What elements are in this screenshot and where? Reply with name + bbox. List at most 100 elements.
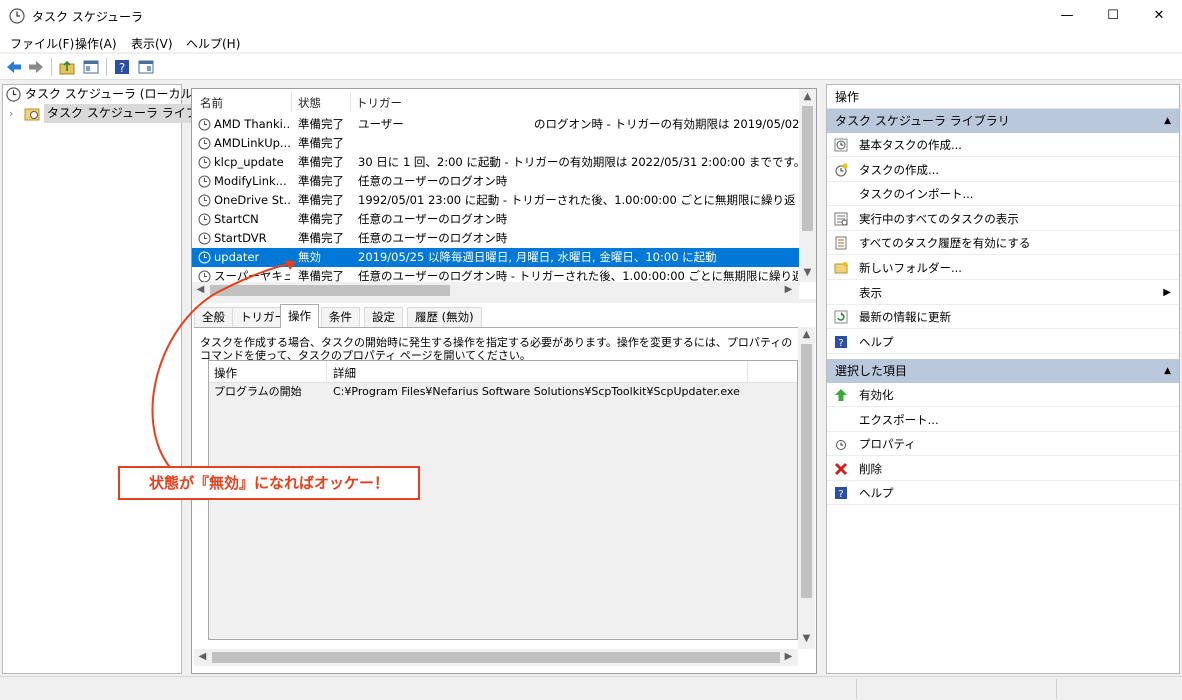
action-item[interactable]: エクスポート... — [827, 408, 1179, 432]
task-status: 準備完了 — [298, 117, 344, 131]
action-item[interactable]: 表示 ▶ — [827, 281, 1179, 305]
tree-item-library[interactable]: › タスク スケジューラ ライブラリ — [3, 104, 225, 123]
tab-settings[interactable]: 設定 — [364, 307, 403, 327]
task-name: AMDLinkUp... — [214, 136, 290, 150]
task-name: ModifyLink... — [214, 174, 287, 188]
menu-view[interactable]: 表示(V) — [131, 35, 173, 52]
scroll-up-arrow[interactable]: ▲ — [798, 329, 815, 340]
table-row[interactable]: AMD Thanki... 準備完了 ユーザー のログオン時 - トリガーの有効期限は… — [192, 115, 800, 134]
table-row[interactable]: updater 無効 2019/05/25 以降毎週日曜日, 月曜日, 水曜日, 金… — [192, 248, 800, 267]
forward-arrow-icon[interactable] — [27, 58, 45, 76]
task-list-vscroll[interactable]: ▲ ▼ — [799, 89, 816, 282]
menu-file[interactable]: ファイル(F) — [10, 35, 74, 52]
task-clock-icon — [198, 232, 211, 245]
tab-actions[interactable]: 操作 — [280, 304, 319, 328]
action-item-label: すべてのタスク履歴を有効にする — [859, 236, 1031, 251]
maximize-button[interactable]: ☐ — [1090, 0, 1136, 31]
column-header-trigger[interactable]: トリガー — [356, 95, 402, 111]
column-header-detail[interactable]: 詳細 — [333, 365, 356, 381]
scroll-down-arrow[interactable]: ▼ — [798, 633, 815, 644]
column-header-name[interactable]: 名前 — [200, 95, 223, 111]
table-row[interactable]: ModifyLink... 準備完了 任意のユーザーのログオン時 — [192, 172, 800, 191]
tab-conditions[interactable]: 条件 — [321, 307, 360, 327]
task-status: 準備完了 — [298, 231, 344, 245]
task-status: 準備完了 — [298, 174, 344, 188]
scroll-left-arrow[interactable]: ◀ — [192, 284, 209, 295]
action-item-label: 表示 — [859, 285, 882, 300]
task-trigger: 任意のユーザーのログオン時 — [358, 231, 508, 245]
chevron-right-icon[interactable]: › — [9, 104, 13, 123]
task-clock-icon — [198, 118, 211, 131]
task-clock-icon — [198, 156, 211, 169]
window-title: タスク スケジューラ — [32, 10, 143, 24]
tab-general[interactable]: 全般 — [194, 307, 233, 327]
action-item[interactable]: ? ヘルプ — [827, 330, 1179, 354]
task-clock-icon — [198, 270, 211, 282]
tree-root-label: タスク スケジューラ (ローカル) — [25, 87, 198, 101]
task-list: 名前 状態 トリガー AMD Thanki... 準備完了 ユーザー のログオン時 -… — [192, 89, 800, 282]
task-list-hscroll[interactable]: ◀ ▶ — [192, 282, 799, 299]
detail-vscroll[interactable]: ▲ ▼ — [798, 327, 815, 649]
delete-x-icon — [834, 462, 848, 475]
action-item[interactable]: 有効化 — [827, 383, 1179, 407]
show-hide-action-pane-icon[interactable] — [137, 58, 155, 76]
collapse-up-icon[interactable]: ▲ — [1164, 359, 1171, 383]
action-item-label: タスクの作成... — [859, 162, 939, 177]
table-row[interactable]: StartCN 準備完了 任意のユーザーのログオン時 — [192, 210, 800, 229]
task-name: StartCN — [214, 212, 259, 226]
action-item-label: 実行中のすべてのタスクの表示 — [859, 211, 1019, 226]
table-row[interactable]: klcp_update 準備完了 30 日に 1 回、2:00 に起動 - トリガー… — [192, 153, 800, 172]
menu-help[interactable]: ヘルプ(H) — [186, 35, 240, 52]
task-trigger: 30 日に 1 回、2:00 に起動 - トリガーの有効期限は 2022/05/… — [358, 155, 798, 169]
task-clock-icon — [198, 194, 211, 207]
task-trigger: 1992/05/01 23:00 に起動 - トリガーされた後、1.00:00:… — [358, 193, 798, 207]
section-header-selected[interactable]: 選択した項目 ▲ — [827, 359, 1179, 383]
scroll-right-arrow[interactable]: ▶ — [780, 284, 797, 295]
console-tree: タスク スケジューラ (ローカル) › タスク スケジューラ ライブラリ — [2, 84, 225, 674]
help-icon[interactable]: ? — [113, 58, 131, 76]
action-item[interactable]: 削除 — [827, 457, 1179, 481]
scroll-right-arrow[interactable]: ▶ — [780, 651, 797, 662]
action-item[interactable]: すべてのタスク履歴を有効にする — [827, 231, 1179, 256]
action-item[interactable]: タスクのインポート... — [827, 182, 1179, 207]
folder-clock-icon — [24, 108, 40, 121]
minimize-button[interactable]: — — [1044, 0, 1090, 31]
menu-bar: ファイル(F) 操作(A) 表示(V) ヘルプ(H) — [0, 31, 1182, 52]
show-hide-console-tree-icon[interactable] — [82, 58, 100, 76]
annotation-callout: 状態が『無効』になればオッケー！ — [118, 466, 420, 500]
action-item[interactable]: プロパティ — [827, 432, 1179, 457]
task-name: AMD Thanki... — [214, 117, 290, 131]
action-item[interactable]: 新しいフォルダー... — [827, 256, 1179, 280]
action-item-label: 削除 — [859, 461, 882, 476]
scroll-left-arrow[interactable]: ◀ — [194, 651, 211, 662]
enable-arrow-up-icon — [835, 389, 847, 401]
scroll-up-arrow[interactable]: ▲ — [799, 91, 816, 102]
table-row[interactable]: OneDrive St... 準備完了 1992/05/01 23:00 に起動 -… — [192, 191, 800, 210]
task-trigger: 任意のユーザーのログオン時 - トリガーされた後、1.00:00:00 ごとに無… — [358, 269, 798, 282]
collapse-up-icon[interactable]: ▲ — [1164, 109, 1171, 133]
task-status: 準備完了 — [298, 136, 344, 150]
action-item[interactable]: 最新の情報に更新 — [827, 305, 1179, 330]
history-icon — [835, 236, 847, 250]
detail-hscroll[interactable]: ◀ ▶ — [194, 649, 798, 666]
column-header-action[interactable]: 操作 — [214, 365, 237, 381]
menu-action[interactable]: 操作(A) — [75, 35, 117, 52]
tree-item-root[interactable]: タスク スケジューラ (ローカル) — [3, 85, 197, 104]
section-header-library[interactable]: タスク スケジューラ ライブラリ ▲ — [827, 109, 1179, 133]
task-name: updater — [214, 250, 260, 264]
up-folder-icon[interactable] — [58, 58, 76, 76]
action-item[interactable]: 実行中のすべてのタスクの表示 — [827, 207, 1179, 231]
action-item[interactable]: タスクの作成... — [827, 158, 1179, 182]
action-item-label: 新しいフォルダー... — [859, 261, 962, 275]
action-item[interactable]: ? ヘルプ — [827, 481, 1179, 506]
table-row[interactable]: StartDVR 準備完了 任意のユーザーのログオン時 — [192, 229, 800, 248]
table-row[interactable]: スーパーヤキュ... 準備完了 任意のユーザーのログオン時 - トリガーされた後、1… — [192, 267, 800, 282]
table-row[interactable]: AMDLinkUp... 準備完了 — [192, 134, 800, 153]
close-button[interactable]: ✕ — [1136, 0, 1182, 31]
scroll-down-arrow[interactable]: ▼ — [799, 267, 816, 278]
table-row[interactable]: プログラムの開始 C:¥Program Files¥Nefarius Softw… — [209, 383, 797, 401]
back-arrow-icon[interactable] — [5, 58, 23, 76]
column-header-status[interactable]: 状態 — [298, 95, 321, 111]
tab-history[interactable]: 履歴 (無効) — [407, 307, 482, 327]
action-item[interactable]: 基本タスクの作成... — [827, 133, 1179, 157]
